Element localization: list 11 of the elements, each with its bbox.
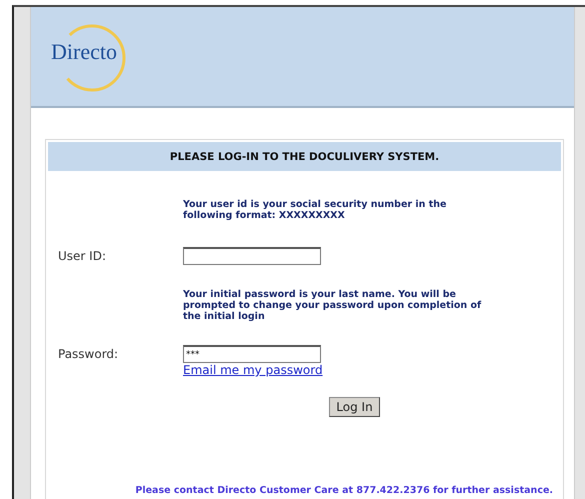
password-field[interactable]: *** bbox=[183, 345, 321, 363]
email-password-link[interactable]: Email me my password bbox=[183, 363, 323, 377]
password-label: Password: bbox=[58, 347, 120, 361]
user-id-hint: Your user id is your social security number in the following format: XXXXXXXXX bbox=[183, 199, 448, 221]
password-hint: Your initial password is your last name. You will be prompted to change your password upon completion of the initial login bbox=[183, 289, 482, 322]
panel-title: PLEASE LOG-IN TO THE DOCULIVERY SYSTEM. bbox=[48, 142, 561, 171]
support-message: Please contact Directo Customer Care at 877.422.2376 for further assistance. bbox=[134, 485, 554, 496]
login-button[interactable]: Log In bbox=[329, 397, 380, 417]
logo-text: Directo bbox=[51, 38, 117, 64]
user-id-field[interactable] bbox=[183, 247, 321, 265]
user-id-label: User ID: bbox=[58, 249, 107, 263]
